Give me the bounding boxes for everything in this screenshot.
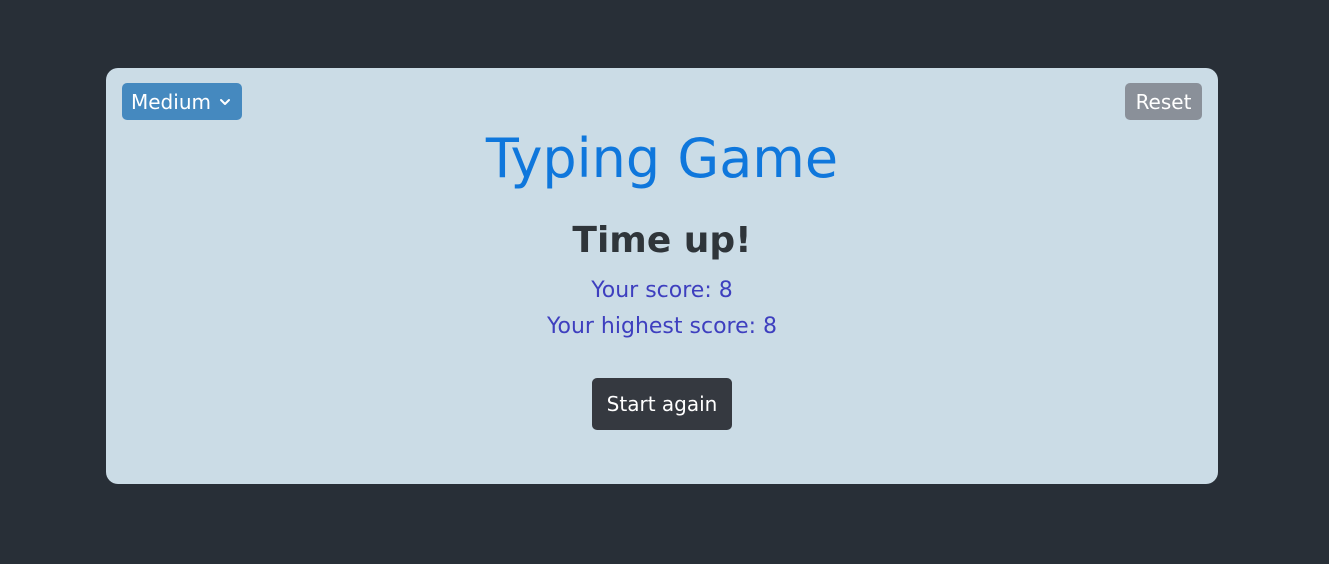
game-card: Medium Reset Typing Game Time up! Your s…	[106, 68, 1218, 484]
game-status: Time up!	[572, 220, 752, 261]
start-again-button[interactable]: Start again	[592, 378, 732, 430]
page-title: Typing Game	[485, 127, 839, 190]
chevron-down-icon	[219, 97, 231, 107]
difficulty-select[interactable]: Medium	[122, 83, 242, 120]
difficulty-selected-value: Medium	[131, 89, 211, 114]
highest-score: Your highest score: 8	[546, 314, 778, 339]
reset-button[interactable]: Reset	[1125, 83, 1202, 120]
current-score: Your score: 8	[591, 278, 733, 303]
